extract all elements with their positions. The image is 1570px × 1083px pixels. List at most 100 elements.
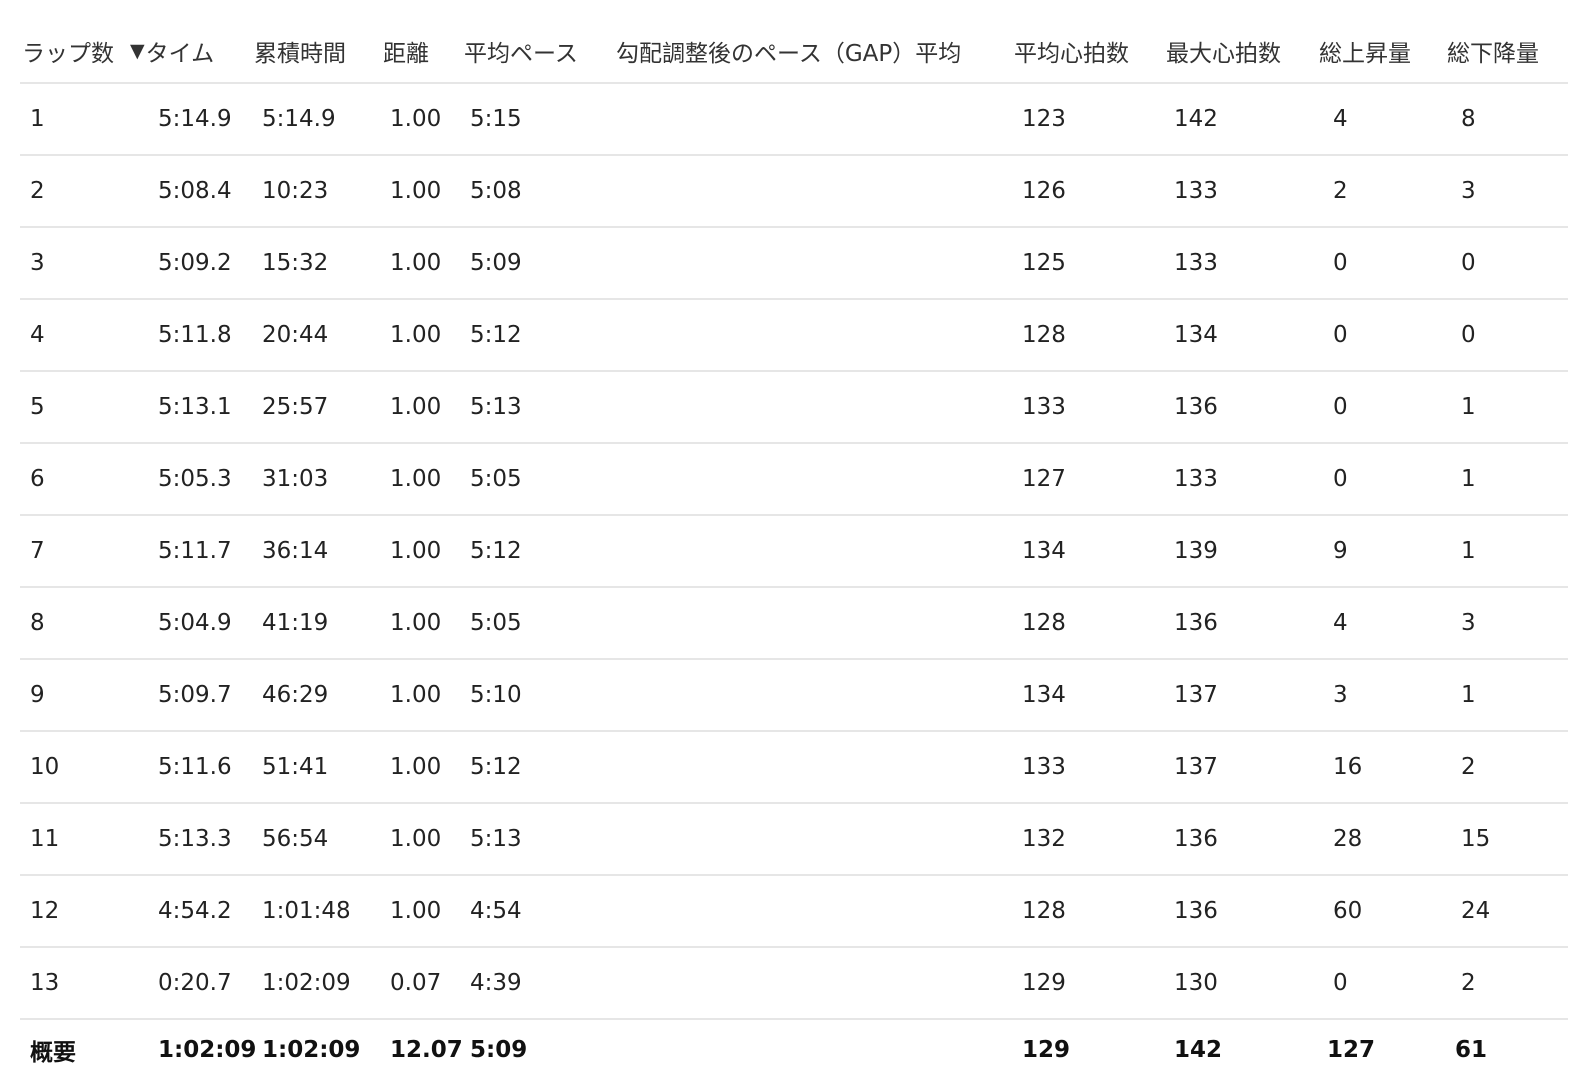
- cell-avg-hr: 123: [1022, 106, 1066, 132]
- cell-ascent: 0: [1333, 394, 1348, 420]
- table-row[interactable]: 6 5:05.3 31:03 1.00 5:05 127 133 0 1: [20, 444, 1568, 516]
- summary-descent: 61: [1455, 1037, 1488, 1063]
- header-max-hr[interactable]: 最大心拍数: [1166, 20, 1281, 82]
- cell-cumulative: 51:41: [262, 754, 329, 780]
- cell-distance: 1.00: [390, 754, 442, 780]
- table-row[interactable]: 10 5:11.6 51:41 1.00 5:12 133 137 16 2: [20, 732, 1568, 804]
- cell-descent: 0: [1461, 250, 1476, 276]
- cell-lap: 7: [30, 538, 45, 564]
- header-ascent[interactable]: 総上昇量: [1319, 20, 1411, 82]
- table-row[interactable]: 7 5:11.7 36:14 1.00 5:12 134 139 9 1: [20, 516, 1568, 588]
- cell-ascent: 2: [1333, 178, 1348, 204]
- cell-descent: 24: [1461, 898, 1491, 924]
- summary-ascent: 127: [1327, 1037, 1376, 1063]
- cell-avg-hr: 134: [1022, 682, 1066, 708]
- header-avg-pace[interactable]: 平均ペース: [464, 20, 578, 82]
- cell-avg-pace: 5:09: [470, 250, 522, 276]
- header-distance[interactable]: 距離: [383, 20, 429, 82]
- cell-avg-hr: 126: [1022, 178, 1066, 204]
- cell-descent: 1: [1461, 682, 1476, 708]
- summary-avg-hr: 129: [1022, 1037, 1071, 1063]
- cell-avg-hr: 128: [1022, 610, 1066, 636]
- cell-lap: 9: [30, 682, 45, 708]
- cell-ascent: 60: [1333, 898, 1363, 924]
- header-time[interactable]: ▼ タイム: [130, 20, 214, 82]
- cell-avg-hr: 128: [1022, 322, 1066, 348]
- cell-time: 5:11.6: [158, 754, 232, 780]
- table-row[interactable]: 12 4:54.2 1:01:48 1.00 4:54 128 136 60 24: [20, 876, 1568, 948]
- cell-avg-pace: 5:05: [470, 466, 522, 492]
- cell-distance: 1.00: [390, 394, 442, 420]
- cell-max-hr: 136: [1174, 898, 1218, 924]
- table-row[interactable]: 5 5:13.1 25:57 1.00 5:13 133 136 0 1: [20, 372, 1568, 444]
- cell-lap: 10: [30, 754, 60, 780]
- cell-cumulative: 1:02:09: [262, 970, 351, 996]
- cell-distance: 1.00: [390, 250, 442, 276]
- cell-time: 0:20.7: [158, 970, 232, 996]
- cell-max-hr: 136: [1174, 394, 1218, 420]
- header-distance-label: 距離: [383, 41, 429, 67]
- cell-avg-hr: 127: [1022, 466, 1066, 492]
- cell-cumulative: 36:14: [262, 538, 329, 564]
- cell-ascent: 28: [1333, 826, 1363, 852]
- summary-cumulative: 1:02:09: [262, 1037, 361, 1063]
- header-gap[interactable]: 勾配調整後のペース（GAP）平均: [616, 20, 961, 82]
- cell-time: 5:05.3: [158, 466, 232, 492]
- cell-avg-hr: 128: [1022, 898, 1066, 924]
- cell-ascent: 9: [1333, 538, 1348, 564]
- cell-lap: 12: [30, 898, 60, 924]
- cell-lap: 1: [30, 106, 45, 132]
- cell-distance: 1.00: [390, 466, 442, 492]
- header-cumulative[interactable]: 累積時間: [254, 20, 346, 82]
- cell-descent: 15: [1461, 826, 1491, 852]
- cell-time: 4:54.2: [158, 898, 232, 924]
- cell-ascent: 3: [1333, 682, 1348, 708]
- table-row[interactable]: 3 5:09.2 15:32 1.00 5:09 125 133 0 0: [20, 228, 1568, 300]
- summary-avg-pace: 5:09: [470, 1037, 528, 1063]
- cell-distance: 1.00: [390, 826, 442, 852]
- cell-avg-pace: 5:12: [470, 754, 522, 780]
- cell-max-hr: 137: [1174, 754, 1218, 780]
- cell-distance: 1.00: [390, 682, 442, 708]
- cell-descent: 2: [1461, 970, 1476, 996]
- cell-distance: 1.00: [390, 538, 442, 564]
- header-descent-label: 総下降量: [1447, 41, 1539, 67]
- cell-lap: 4: [30, 322, 45, 348]
- cell-descent: 3: [1461, 178, 1476, 204]
- cell-avg-hr: 125: [1022, 250, 1066, 276]
- header-avg-pace-label: 平均ペース: [464, 41, 578, 67]
- cell-time: 5:09.7: [158, 682, 232, 708]
- cell-cumulative: 1:01:48: [262, 898, 351, 924]
- header-lap[interactable]: ラップ数: [22, 20, 114, 82]
- cell-lap: 5: [30, 394, 45, 420]
- header-avg-hr[interactable]: 平均心拍数: [1014, 20, 1129, 82]
- cell-max-hr: 133: [1174, 178, 1218, 204]
- cell-cumulative: 25:57: [262, 394, 329, 420]
- cell-lap: 6: [30, 466, 45, 492]
- cell-avg-hr: 129: [1022, 970, 1066, 996]
- cell-avg-pace: 5:13: [470, 394, 522, 420]
- cell-ascent: 16: [1333, 754, 1363, 780]
- summary-distance: 12.07: [390, 1037, 463, 1063]
- table-row[interactable]: 2 5:08.4 10:23 1.00 5:08 126 133 2 3: [20, 156, 1568, 228]
- table-row[interactable]: 8 5:04.9 41:19 1.00 5:05 128 136 4 3: [20, 588, 1568, 660]
- table-row[interactable]: 4 5:11.8 20:44 1.00 5:12 128 134 0 0: [20, 300, 1568, 372]
- table-row[interactable]: 13 0:20.7 1:02:09 0.07 4:39 129 130 0 2: [20, 948, 1568, 1020]
- cell-cumulative: 15:32: [262, 250, 329, 276]
- cell-time: 5:08.4: [158, 178, 232, 204]
- cell-avg-pace: 5:12: [470, 322, 522, 348]
- cell-ascent: 0: [1333, 322, 1348, 348]
- cell-max-hr: 133: [1174, 466, 1218, 492]
- table-row[interactable]: 9 5:09.7 46:29 1.00 5:10 134 137 3 1: [20, 660, 1568, 732]
- header-max-hr-label: 最大心拍数: [1166, 41, 1281, 67]
- header-descent[interactable]: 総下降量: [1447, 20, 1539, 82]
- table-row[interactable]: 1 5:14.9 5:14.9 1.00 5:15 123 142 4 8: [20, 84, 1568, 156]
- laps-table: ラップ数 ▼ タイム 累積時間 距離 平均ペース 勾配調整後のペース（GAP）平…: [20, 20, 1568, 1080]
- table-row[interactable]: 11 5:13.3 56:54 1.00 5:13 132 136 28 15: [20, 804, 1568, 876]
- cell-cumulative: 31:03: [262, 466, 329, 492]
- cell-distance: 1.00: [390, 322, 442, 348]
- cell-distance: 1.00: [390, 898, 442, 924]
- cell-lap: 3: [30, 250, 45, 276]
- cell-max-hr: 137: [1174, 682, 1218, 708]
- cell-lap: 2: [30, 178, 45, 204]
